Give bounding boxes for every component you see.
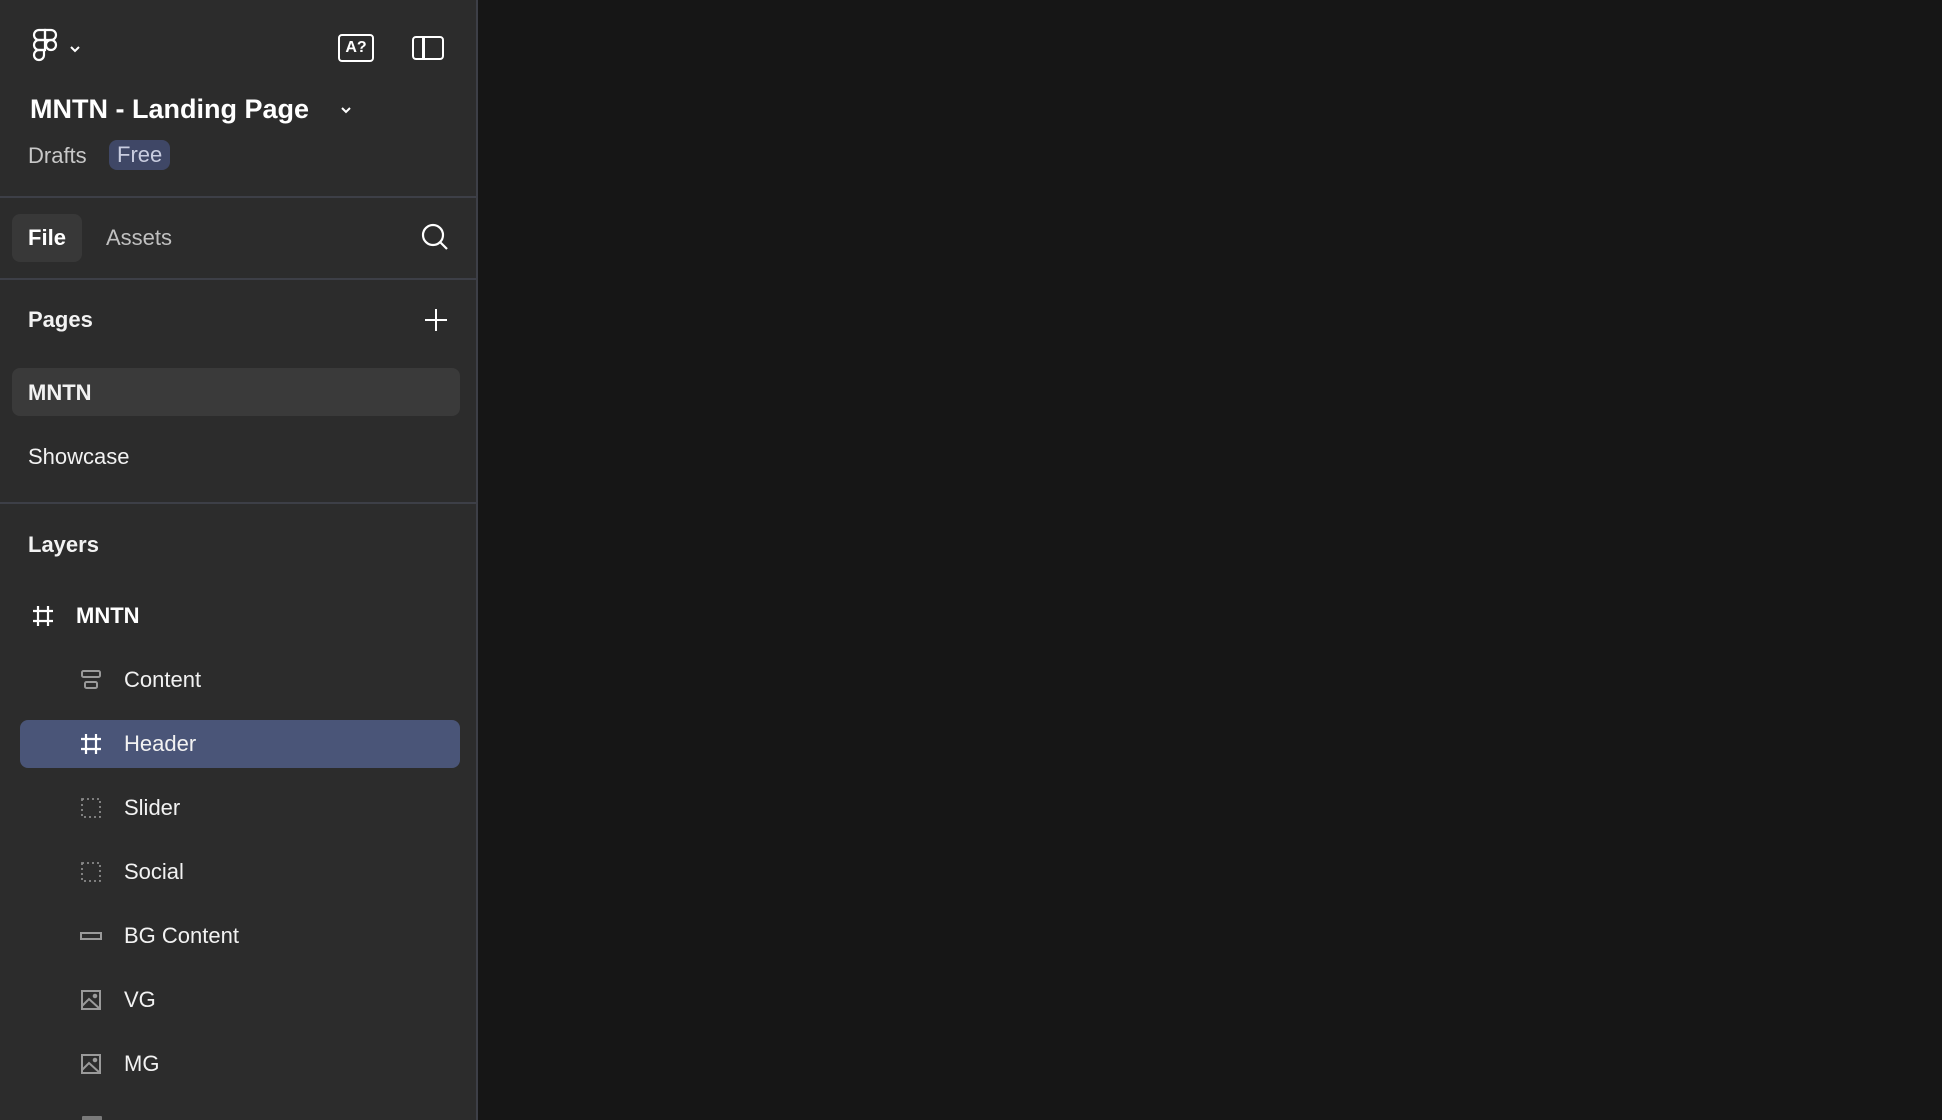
- chevron-down-icon: [341, 106, 351, 113]
- file-title-button[interactable]: MNTN - Landing Page: [30, 94, 353, 125]
- left-sidebar: A? MNTN - Landing Page Drafts Free File …: [0, 0, 478, 1120]
- frame-icon: [33, 606, 53, 626]
- drafts-link[interactable]: Drafts: [28, 143, 87, 169]
- page-item-mntn[interactable]: MNTN: [12, 368, 460, 416]
- tab-file[interactable]: File: [12, 214, 82, 262]
- layer-mg[interactable]: MG: [20, 1040, 460, 1088]
- tab-assets[interactable]: Assets: [106, 214, 172, 262]
- figma-logo-icon: [32, 28, 58, 62]
- section-dashed-icon: [81, 798, 101, 818]
- layer-icon-partial: [82, 1116, 102, 1120]
- main-menu-button[interactable]: [28, 28, 88, 66]
- image-icon: [81, 990, 101, 1010]
- a-question-icon: A?: [345, 39, 367, 56]
- divider: [0, 502, 476, 504]
- layer-header[interactable]: Header: [20, 720, 460, 768]
- image-icon: [81, 1054, 101, 1074]
- divider: [0, 196, 476, 198]
- rectangle-icon: [80, 932, 102, 940]
- divider: [0, 278, 476, 280]
- layer-bg-content[interactable]: BG Content: [20, 912, 460, 960]
- frame-icon: [81, 734, 101, 754]
- chevron-down-icon: [70, 46, 80, 53]
- section-dashed-icon: [81, 862, 101, 882]
- pages-heading: Pages: [28, 307, 93, 332]
- layer-content[interactable]: Content: [20, 656, 460, 704]
- layer-root-mntn[interactable]: MNTN: [20, 592, 460, 640]
- search-icon[interactable]: [420, 222, 450, 252]
- toggle-sidebar-button[interactable]: [412, 36, 444, 60]
- layer-social[interactable]: Social: [20, 848, 460, 896]
- font-help-button[interactable]: A?: [338, 34, 374, 62]
- layers-heading: Layers: [28, 532, 99, 557]
- layer-slider[interactable]: Slider: [20, 784, 460, 832]
- sidebar-panel-icon: [422, 38, 425, 58]
- auto-layout-icon: [81, 670, 101, 689]
- page-item-showcase[interactable]: Showcase: [12, 432, 460, 480]
- plan-badge: Free: [109, 140, 171, 170]
- add-page-icon[interactable]: [422, 306, 450, 334]
- file-title: MNTN - Landing Page: [30, 94, 309, 124]
- canvas[interactable]: [478, 0, 1942, 1120]
- layer-vg[interactable]: VG: [20, 976, 460, 1024]
